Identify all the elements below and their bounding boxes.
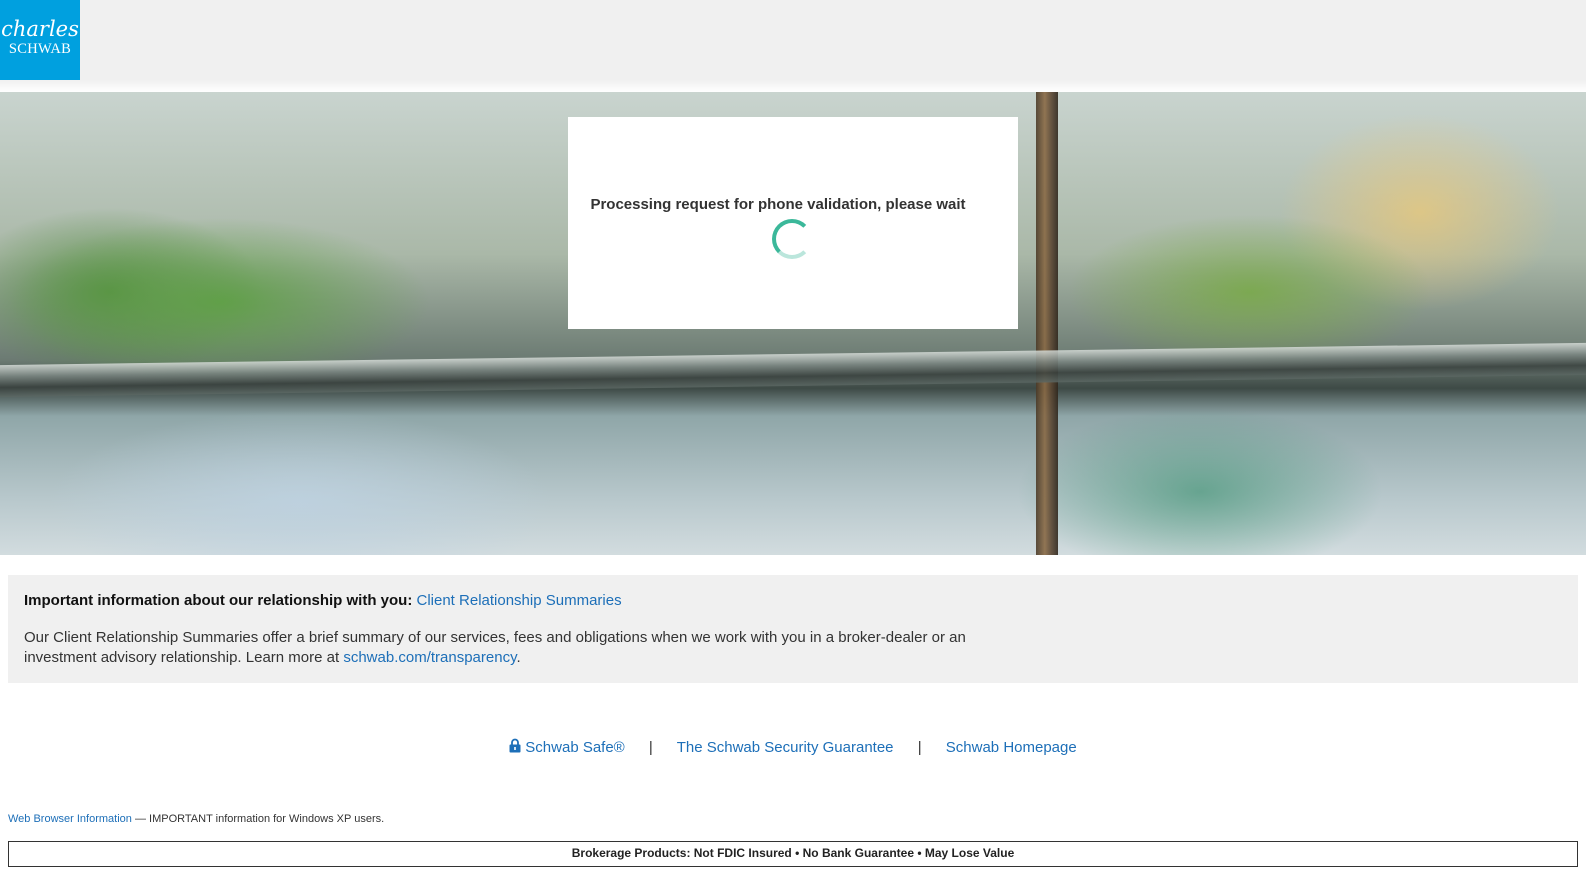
info-body: Our Client Relationship Summaries offer … [24,628,984,668]
schwab-logo[interactable]: charles SCHWAB [0,0,80,80]
transparency-link[interactable]: schwab.com/transparency [343,649,516,666]
lock-icon [509,738,521,753]
logo-line1: charles [1,17,79,41]
processing-message: Processing request for phone validation,… [590,196,966,213]
browser-info-text: — IMPORTANT information for Windows XP u… [134,813,385,825]
fdic-disclaimer: Brokerage Products: Not FDIC Insured • N… [8,841,1578,867]
header-bar: charles SCHWAB [0,0,1586,80]
relationship-info-panel: Important information about our relation… [8,575,1578,683]
loading-spinner-icon [772,219,812,259]
hero-window-frame-vertical [1036,92,1058,555]
processing-dialog: Processing request for phone validation,… [568,117,1018,329]
hero-window-frame-horizontal [0,342,1586,398]
web-browser-information-link[interactable]: Web Browser Information [8,813,132,825]
client-relationship-summaries-link[interactable]: Client Relationship Summaries [417,592,622,609]
info-heading-label: Important information about our relation… [24,592,413,609]
browser-info: Web Browser Information — IMPORTANT info… [8,813,384,825]
info-heading: Important information about our relation… [24,592,622,609]
footer-separator: | [648,739,653,756]
footer-separator: | [917,739,922,756]
info-body-end: . [516,649,521,666]
footer-links: Schwab Safe® | The Schwab Security Guara… [0,738,1586,756]
header-shadow [0,80,1586,92]
security-guarantee-link[interactable]: The Schwab Security Guarantee [677,739,894,756]
schwab-safe-link[interactable]: Schwab Safe® [525,739,624,756]
schwab-homepage-link[interactable]: Schwab Homepage [946,739,1077,756]
logo-line2: SCHWAB [8,41,72,57]
